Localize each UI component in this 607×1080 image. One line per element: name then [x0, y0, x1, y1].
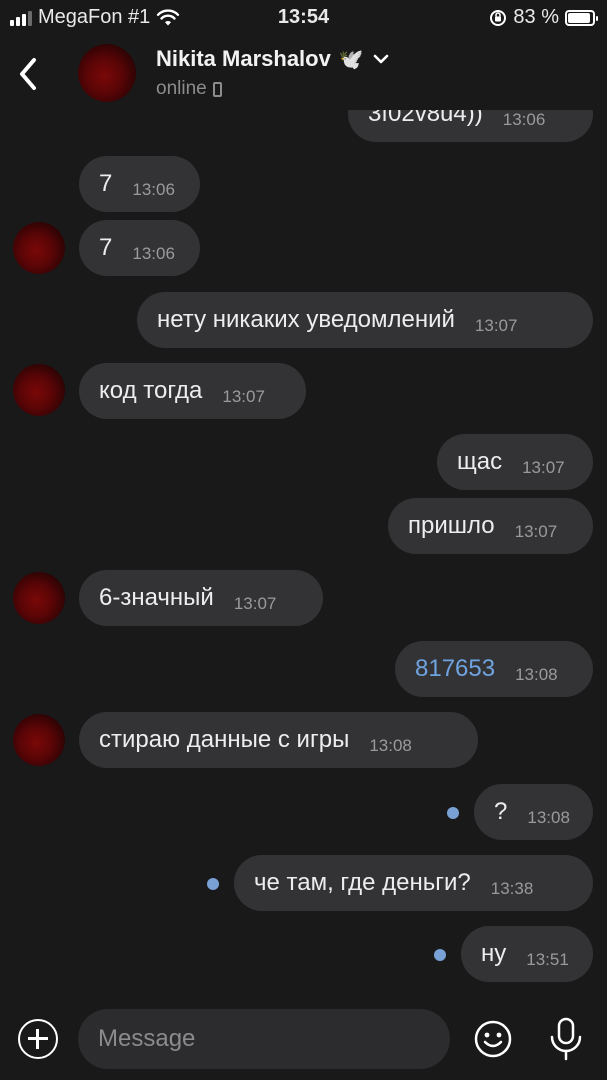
message-bubble-outgoing[interactable]: щас 13:07 — [437, 434, 593, 490]
message-bubble-outgoing[interactable]: ну 13:51 — [461, 926, 593, 982]
dove-emoji: 🕊️ — [338, 48, 364, 71]
battery-percent: 83 % — [513, 6, 559, 28]
message-input[interactable] — [78, 1009, 450, 1069]
battery-icon — [565, 9, 598, 26]
orientation-lock-icon — [490, 9, 507, 26]
message-time: 13:08 — [527, 808, 570, 827]
message-bubble-outgoing[interactable]: нету никаких уведомлений 13:07 — [137, 292, 593, 348]
message-text: щас — [457, 448, 503, 475]
sender-avatar[interactable] — [13, 222, 65, 274]
contact-name[interactable]: Nikita Marshalov 🕊️ — [156, 46, 390, 72]
message-text: 7 — [99, 234, 113, 261]
message-text: 7 — [99, 170, 113, 197]
message-time: 13:06 — [132, 180, 175, 199]
message-time: 13:07 — [233, 594, 277, 613]
code-link[interactable]: 817653 — [415, 655, 495, 683]
sender-avatar[interactable] — [13, 364, 65, 416]
message-time: 13:07 — [514, 522, 558, 541]
message-bubble-incoming[interactable]: 7 13:06 — [79, 220, 200, 276]
status-right: 83 % — [489, 6, 598, 29]
message-time: 13:07 — [222, 387, 265, 406]
sender-avatar[interactable] — [13, 714, 65, 766]
message-time: 13:08 — [515, 665, 558, 684]
message-bubble-incoming[interactable]: код тогда 13:07 — [79, 363, 306, 419]
microphone-icon[interactable] — [546, 1016, 586, 1062]
mobile-phone-icon — [212, 81, 222, 97]
message-bubble-outgoing[interactable]: пришло 13:07 — [388, 498, 593, 554]
status-bar: MegaFon #1 13:54 83 % — [0, 0, 607, 34]
chat-header: Nikita Marshalov 🕊️ online — [0, 34, 607, 110]
message-bubble-incoming[interactable]: 7 13:06 — [79, 156, 200, 212]
message-bubble-outgoing[interactable]: ? 13:08 — [474, 784, 593, 840]
message-text: код тогда — [99, 377, 203, 404]
message-text: че там, где деньги? — [254, 869, 471, 896]
attach-plus-icon[interactable] — [18, 1019, 58, 1059]
message-bubble-outgoing[interactable]: 817653 13:08 — [395, 641, 593, 697]
message-text: пришло — [408, 512, 495, 539]
message-bubble-incoming[interactable]: стираю данные с игры 13:08 — [79, 712, 478, 768]
unread-indicator — [447, 807, 459, 819]
chevron-down-icon[interactable] — [372, 53, 390, 65]
message-bubble-outgoing[interactable]: че там, где деньги? 13:38 — [234, 855, 593, 911]
composer-bar — [0, 1000, 607, 1080]
message-time: 13:07 — [474, 316, 518, 335]
contact-avatar[interactable] — [78, 44, 136, 102]
message-time: 13:51 — [526, 950, 569, 969]
message-text: ну — [481, 940, 507, 967]
emoji-icon[interactable] — [473, 1019, 513, 1059]
message-time: 13:07 — [522, 458, 565, 477]
message-text: 6-значный — [99, 584, 214, 611]
message-time: 13:06 — [502, 110, 546, 129]
message-text: ? — [494, 798, 508, 825]
message-text: стираю данные с игры — [99, 726, 350, 753]
unread-indicator — [207, 878, 219, 890]
message-bubble-incoming[interactable]: 6-значный 13:07 — [79, 570, 323, 626]
message-text: нету никаких уведомлений — [157, 306, 455, 333]
contact-status: online — [156, 78, 222, 100]
unread-indicator — [434, 949, 446, 961]
message-time: 13:06 — [132, 244, 175, 263]
battery-fill — [568, 12, 590, 23]
sender-avatar[interactable] — [13, 572, 65, 624]
message-time: 13:08 — [369, 736, 412, 755]
contact-status-text: online — [156, 78, 207, 99]
contact-name-text: Nikita Marshalov — [156, 46, 331, 71]
back-icon[interactable] — [14, 54, 44, 94]
message-time: 13:38 — [490, 879, 534, 898]
